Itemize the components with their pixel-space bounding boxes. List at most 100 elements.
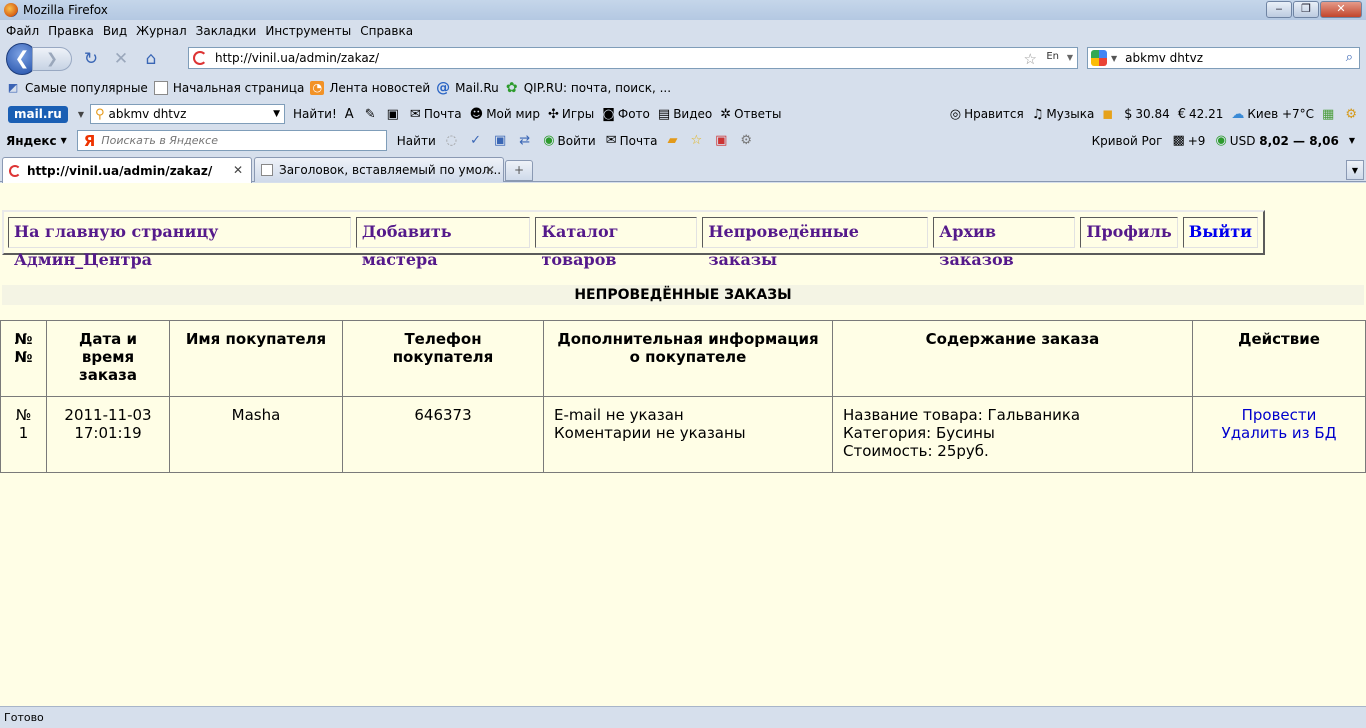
google-icon[interactable] — [1091, 50, 1107, 66]
status-bar: Готово — [0, 706, 1366, 728]
nav-admin-home[interactable]: На главную страницу Админ_Центра — [8, 217, 351, 269]
map-icon[interactable]: ▦ — [1322, 107, 1337, 122]
mailru-search-input[interactable]: ⚲ abkmv dhtvz ▼ — [90, 104, 286, 124]
mailru-toolbar: mail.ru ▼ ⚲ abkmv dhtvz ▼ Найти! A ✎ ▣ ✉… — [0, 101, 1366, 127]
yandex-login-button[interactable]: ◉ Войти — [543, 133, 596, 148]
widgets-icon[interactable]: ▣ — [715, 133, 730, 148]
yandex-logo[interactable]: Яндекс — [6, 134, 57, 148]
mailru-menu-dropdown-icon[interactable]: ▼ — [78, 110, 84, 119]
music-button[interactable]: ♫ Музыка — [1032, 107, 1095, 122]
address-bar[interactable]: http://vinil.ua/admin/zakaz/ ☆ En ▼ — [188, 47, 1078, 69]
translate-icon[interactable]: ◌ — [446, 133, 460, 148]
mailru-search-dropdown-icon[interactable]: ▼ — [273, 109, 280, 119]
weather-widget[interactable]: ☁ Киев +7°C — [1231, 107, 1314, 122]
page-title: НЕПРОВЕДЁННЫЕ ЗАКАЗЫ — [2, 285, 1364, 305]
search-engine-dropdown-icon[interactable]: ▼ — [1111, 54, 1117, 63]
search-bar[interactable]: ▼ abkmv dhtvz ⌕ — [1087, 47, 1360, 69]
orders-table: № № Дата и время заказа Имя покупателя Т… — [0, 320, 1366, 473]
bookmark-start-page[interactable]: Начальная страница — [153, 81, 304, 95]
yandex-widgets-dropdown-icon[interactable]: ▼ — [1349, 136, 1358, 145]
nav-pending-orders[interactable]: Непроведённые заказы — [702, 217, 929, 269]
close-tab-icon[interactable]: ✕ — [485, 163, 495, 177]
stop-icon[interactable]: ✕ — [110, 48, 132, 70]
menu-tools[interactable]: Инструменты — [265, 24, 351, 38]
bookmarks-bar: ◩ Самые популярные Начальная страница ◔ Ле… — [0, 77, 1366, 99]
mailru-mail-button[interactable]: ✉ Почта — [410, 107, 462, 122]
mailru-games-button[interactable]: ✣ Игры — [548, 107, 594, 122]
mailru-search-value[interactable]: abkmv dhtvz — [109, 107, 187, 121]
nav-profile[interactable]: Профиль — [1080, 217, 1178, 248]
reload-icon[interactable]: ↻ — [80, 48, 102, 70]
highlight-pen-icon[interactable]: ✎ — [365, 107, 379, 122]
yandex-mail-button[interactable]: ✉ Почта — [606, 133, 658, 148]
favorites-star-icon[interactable]: ☆ — [690, 133, 705, 148]
tab-list-dropdown-icon[interactable]: ▼ — [1346, 160, 1364, 180]
search-icon[interactable]: ⌕ — [1346, 50, 1353, 65]
mailru-find-button[interactable]: Найти! — [293, 107, 337, 121]
tab-admin-zakaz[interactable]: http://vinil.ua/admin/zakaz/ ✕ — [2, 157, 252, 183]
close-tab-icon[interactable]: ✕ — [233, 163, 243, 177]
like-button[interactable]: ◎ Нравится — [950, 107, 1024, 122]
yandex-menu-dropdown-icon[interactable]: ▼ — [61, 136, 67, 145]
notification-icon[interactable]: ◼ — [1102, 107, 1116, 122]
settings-gear-icon[interactable]: ⚙ — [1345, 107, 1360, 122]
menu-view[interactable]: Вид — [103, 24, 127, 38]
traffic-widget[interactable]: ▩ +9 — [1172, 133, 1205, 148]
menu-history[interactable]: Журнал — [136, 24, 187, 38]
mailru-answers-button[interactable]: ✲ Ответы — [720, 107, 781, 122]
page-content: На главную страницу Админ_Центра Добавит… — [0, 183, 1366, 706]
currency-icon: ◉ — [1215, 133, 1227, 148]
forward-button[interactable]: ❯ — [32, 47, 72, 71]
nav-logout[interactable]: Выйти — [1182, 217, 1258, 248]
nav-order-archive[interactable]: Архив заказов — [933, 217, 1076, 269]
bookmark-mailru[interactable]: @ Mail.Ru — [436, 81, 499, 95]
yandex-find-button[interactable]: Найти — [397, 134, 436, 148]
screenshot-icon[interactable]: ▣ — [494, 133, 509, 148]
mailru-myworld-button[interactable]: ☻ Мой мир — [470, 107, 540, 122]
bookmark-star-icon[interactable]: ☆ — [1024, 50, 1037, 68]
url-text[interactable]: http://vinil.ua/admin/zakaz/ — [215, 51, 379, 65]
eur-rate[interactable]: €42.21 — [1178, 107, 1224, 122]
yandex-search-box[interactable]: Я — [76, 130, 387, 151]
bookmark-qip[interactable]: ✿ QIP.RU: почта, поиск, ... — [505, 81, 671, 95]
plus-icon: + — [513, 163, 525, 177]
url-dropdown-icon[interactable]: ▼ — [1067, 53, 1073, 62]
menu-file[interactable]: Файл — [6, 24, 39, 38]
new-tab-button[interactable]: + — [505, 160, 533, 181]
menu-bookmarks[interactable]: Закладки — [196, 24, 257, 38]
home-icon[interactable]: ⌂ — [140, 48, 162, 70]
menu-help[interactable]: Справка — [360, 24, 413, 38]
yandex-toolbar: Яндекс ▼ Я Найти ◌ ✓ ▣ ⇄ ◉Войти ✉Почта ▰… — [0, 128, 1366, 153]
close-window-button[interactable]: ✕ — [1320, 1, 1362, 18]
delete-order-link[interactable]: Удалить из БД — [1203, 424, 1355, 442]
spellcheck-icon[interactable]: ✓ — [470, 133, 484, 148]
city-label[interactable]: Кривой Рог — [1092, 134, 1163, 148]
tab-default-title[interactable]: Заголовок, вставляемый по умол... ✕ — [254, 157, 504, 182]
search-key-icon: ⚲ — [95, 106, 105, 122]
font-size-icon[interactable]: A — [345, 107, 357, 122]
yandex-search-input[interactable] — [101, 134, 372, 147]
video-icon: ▤ — [657, 106, 671, 122]
search-input[interactable]: abkmv dhtvz — [1125, 51, 1203, 65]
minimize-button[interactable]: ‒ — [1266, 1, 1292, 18]
translate-page-icon[interactable]: ⇄ — [519, 133, 533, 148]
dollar-icon: $ — [1124, 106, 1133, 122]
answers-icon: ✲ — [720, 106, 732, 122]
usd-rate-widget[interactable]: ◉ USD 8,02 — 8,06 — [1215, 133, 1338, 148]
maximize-button[interactable]: ❐ — [1293, 1, 1319, 18]
usd-rate[interactable]: $30.84 — [1124, 107, 1170, 122]
mailru-video-button[interactable]: ▤ Видео — [658, 107, 712, 122]
nav-catalog[interactable]: Каталог товаров — [535, 217, 698, 269]
menu-bar: Файл Правка Вид Журнал Закладки Инструме… — [0, 21, 1366, 41]
mailru-photo-button[interactable]: ◙ Фото — [602, 107, 650, 122]
nav-add-master[interactable]: Добавить мастера — [355, 217, 531, 269]
bookmarks-folder-icon[interactable]: ▰ — [667, 133, 680, 148]
conduct-order-link[interactable]: Провести — [1203, 406, 1355, 424]
bookmark-most-popular[interactable]: ◩ Самые популярные — [6, 81, 148, 95]
mailru-logo[interactable]: mail.ru — [8, 105, 68, 123]
menu-edit[interactable]: Правка — [48, 24, 94, 38]
qip-flower-icon: ✿ — [505, 80, 518, 96]
bookmark-news-feed[interactable]: ◔ Лента новостей — [310, 81, 430, 95]
page-view-icon[interactable]: ▣ — [387, 107, 402, 122]
yandex-settings-gear-icon[interactable]: ⚙ — [740, 133, 755, 148]
